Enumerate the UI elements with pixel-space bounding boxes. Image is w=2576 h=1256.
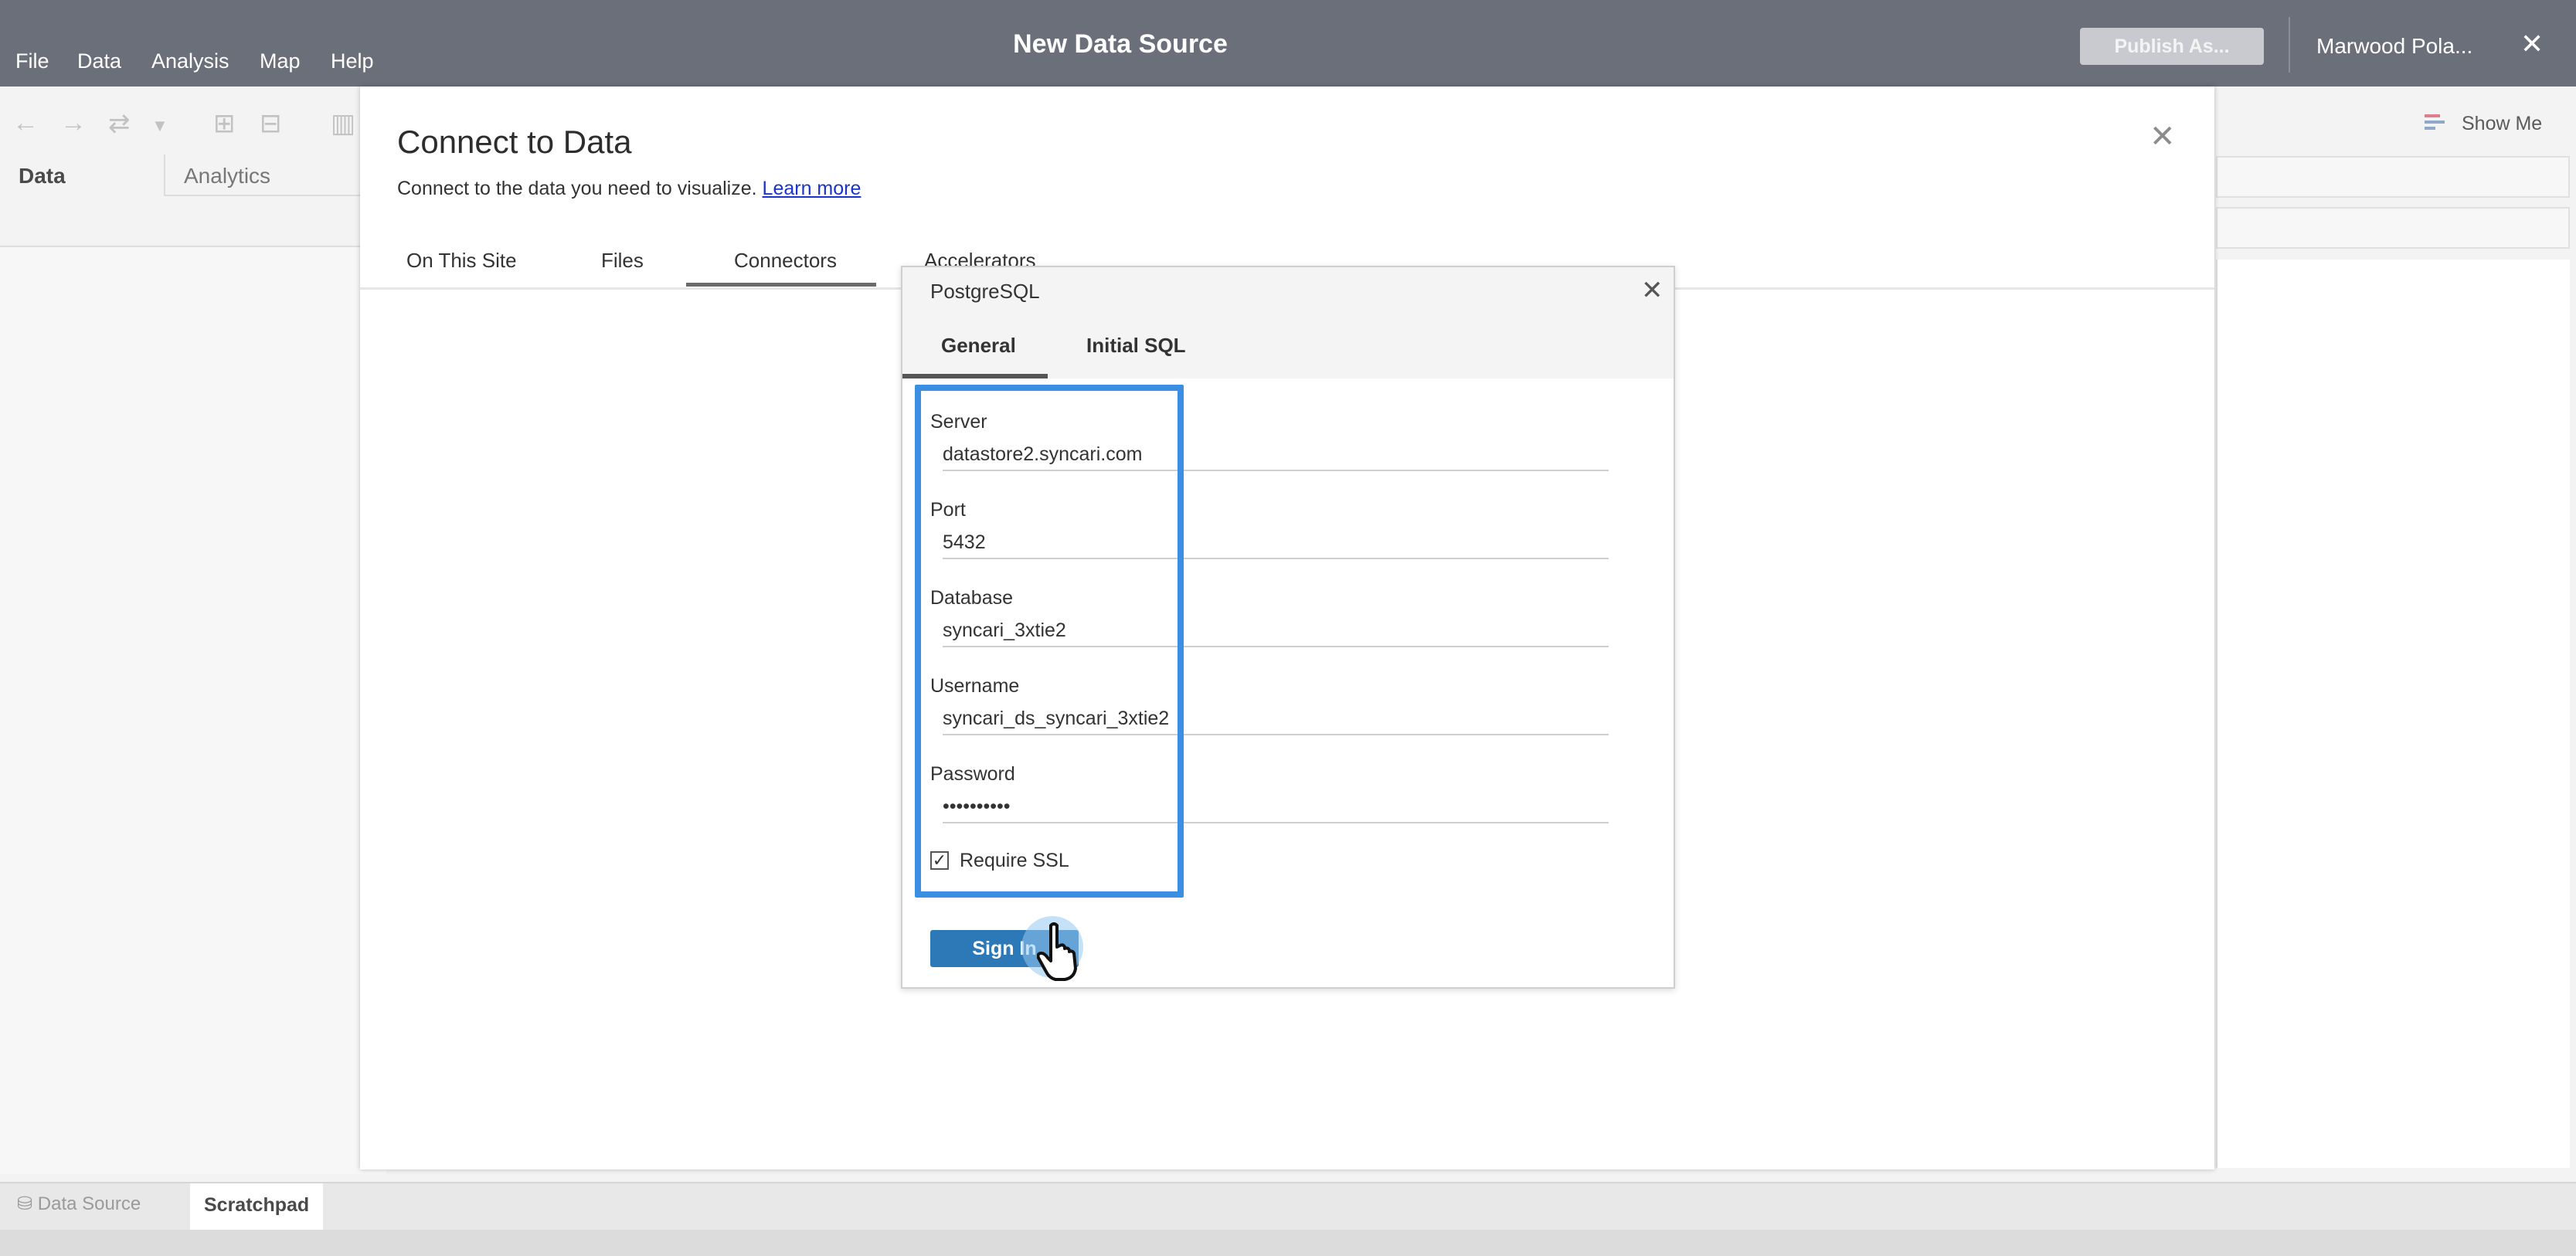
publish-as-button[interactable]: Publish As... [2080, 28, 2264, 65]
active-tab-indicator [902, 374, 1048, 378]
tab-data-source[interactable]: ⛁ Data Source [17, 1193, 141, 1215]
close-icon[interactable]: ✕ [2149, 119, 2176, 154]
app-title: New Data Source [1013, 29, 1228, 59]
redo-icon[interactable]: → [60, 108, 87, 138]
columns-shelf[interactable] [2216, 156, 2570, 198]
new-data-source-icon[interactable]: ⊞ [213, 108, 236, 139]
tab-initial-sql[interactable]: Initial SQL [1086, 334, 1186, 358]
database-icon: ⛁ [17, 1193, 38, 1214]
show-me-icon[interactable] [2425, 113, 2446, 133]
tab-files[interactable]: Files [601, 249, 644, 287]
active-tab-indicator [686, 283, 876, 287]
highlight-annotation [915, 385, 1184, 898]
rows-shelf[interactable] [2216, 207, 2570, 249]
learn-more-link[interactable]: Learn more [763, 178, 861, 199]
hand-cursor-icon [1037, 922, 1077, 981]
postgresql-dialog: PostgreSQL ✕ General Initial SQL Server … [901, 266, 1675, 989]
user-menu[interactable]: Marwood Pola... [2316, 34, 2472, 59]
status-bar [0, 1230, 2576, 1256]
side-panel-tabs: Data Analytics [0, 154, 365, 247]
tab-data[interactable]: Data [19, 164, 66, 188]
dialog-subtitle: Connect to the data you need to visualiz… [397, 178, 861, 200]
replay-icon[interactable]: ⇄ [108, 108, 131, 139]
tab-on-this-site[interactable]: On This Site [406, 249, 517, 287]
tab-data-source-label: Data Source [37, 1193, 141, 1214]
sheet-tab-bar: ⛁ Data Source Scratchpad [0, 1182, 2576, 1231]
show-me-button[interactable]: Show Me [2462, 113, 2542, 135]
tab-scratchpad[interactable]: Scratchpad [190, 1183, 324, 1231]
dialog-title: Connect to Data [397, 124, 632, 160]
close-icon[interactable]: ✕ [1641, 275, 1664, 306]
tab-connectors[interactable]: Connectors [734, 249, 837, 287]
tab-analytics[interactable]: Analytics [164, 154, 365, 196]
pg-dialog-header: PostgreSQL ✕ General Initial SQL [902, 267, 1674, 378]
chart-icon[interactable]: ▥ [331, 108, 355, 139]
chevron-down-icon[interactable]: ▼ [151, 116, 168, 136]
title-bar: File Data Analysis Map Help New Data Sou… [0, 0, 2576, 87]
close-icon[interactable]: ✕ [2520, 28, 2544, 60]
subtitle-text: Connect to the data you need to visualiz… [397, 178, 757, 199]
pause-updates-icon[interactable]: ⊟ [260, 108, 282, 139]
undo-icon[interactable]: ← [12, 108, 39, 138]
view-canvas [2216, 260, 2570, 1168]
tab-general[interactable]: General [941, 334, 1016, 358]
pg-dialog-title: PostgreSQL [930, 280, 1040, 303]
data-pane [0, 247, 386, 1174]
topbar-divider [2289, 17, 2290, 73]
